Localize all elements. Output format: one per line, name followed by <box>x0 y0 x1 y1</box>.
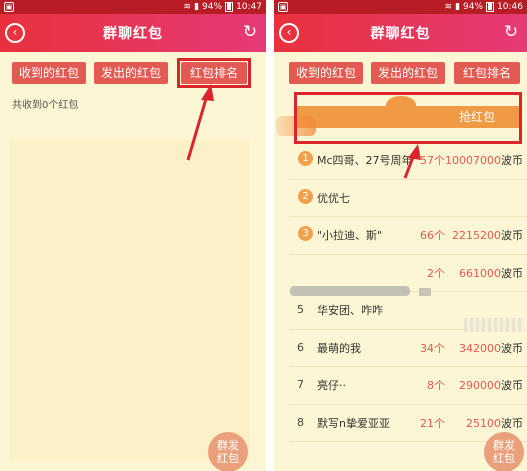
annotation-arrow <box>403 144 421 179</box>
screenshot-composite: ▣ ≋ ▮ 94% 10:47 ‹ 群聊红包 ↻ 收到的红包 发出的红包 红包排… <box>0 0 527 471</box>
fab-line-2: 红包 <box>217 452 239 465</box>
fab-line-2: 红包 <box>493 452 515 465</box>
annotation-arrow <box>186 84 214 161</box>
left-phone-screen: ▣ ≋ ▮ 94% 10:47 ‹ 群聊红包 ↻ 收到的红包 发出的红包 红包排… <box>0 0 266 471</box>
right-phone-screen: ▣ ≋ ▮ 94% 10:46 ‹ 群聊红包 ↻ 收到的红包 发出的红包 红包排… <box>274 0 527 471</box>
fab-line-1: 群发 <box>493 439 515 452</box>
fab-line-1: 群发 <box>217 439 239 452</box>
group-send-fab[interactable]: 群发 红包 <box>208 432 248 471</box>
group-send-fab[interactable]: 群发 红包 <box>484 432 524 471</box>
